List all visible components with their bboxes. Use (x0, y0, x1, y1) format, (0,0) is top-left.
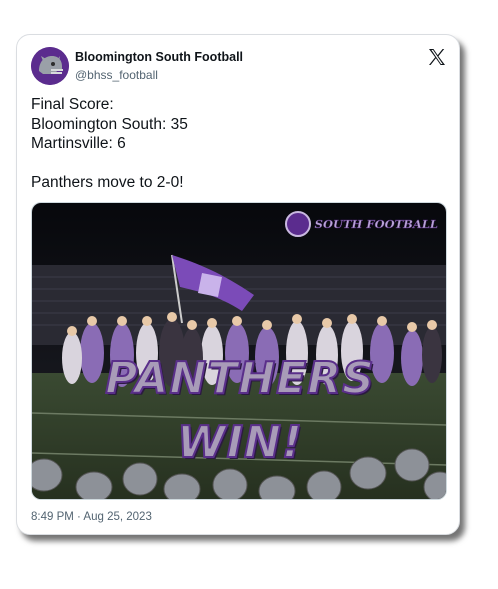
tweet-text-line (31, 154, 441, 174)
tweet-text-line: Martinsville: 6 (31, 135, 126, 152)
brand-badge: SOUTH FOOTBALL (284, 211, 438, 237)
brand-text: SOUTH FOOTBALL (314, 217, 438, 231)
panther-logo-icon (284, 211, 311, 237)
tweet-text-line: Final Score: (31, 96, 114, 113)
x-logo-icon[interactable] (427, 47, 447, 67)
handle[interactable]: @bhss_football (75, 68, 158, 82)
tweet-text-line: Bloomington South: 35 (31, 115, 188, 133)
tweet-card[interactable]: Bloomington South Football @bhss_footbal… (16, 34, 460, 535)
timestamp[interactable]: 8:49 PM · Aug 25, 2023 (31, 511, 152, 523)
avatar[interactable] (31, 47, 69, 85)
tweet-text: Final Score: Bloomington South: 35 Marti… (31, 95, 441, 193)
display-name[interactable]: Bloomington South Football (75, 50, 243, 64)
overlay-subheadline: WIN! (176, 416, 303, 469)
overlay-headline: PANTHERS (104, 352, 375, 405)
panther-helmet-icon (31, 47, 69, 85)
tweet-text-line: Panthers move to 2-0! (31, 174, 184, 191)
media-image[interactable]: SOUTH FOOTBALL PANTHERS WIN! (31, 202, 447, 500)
